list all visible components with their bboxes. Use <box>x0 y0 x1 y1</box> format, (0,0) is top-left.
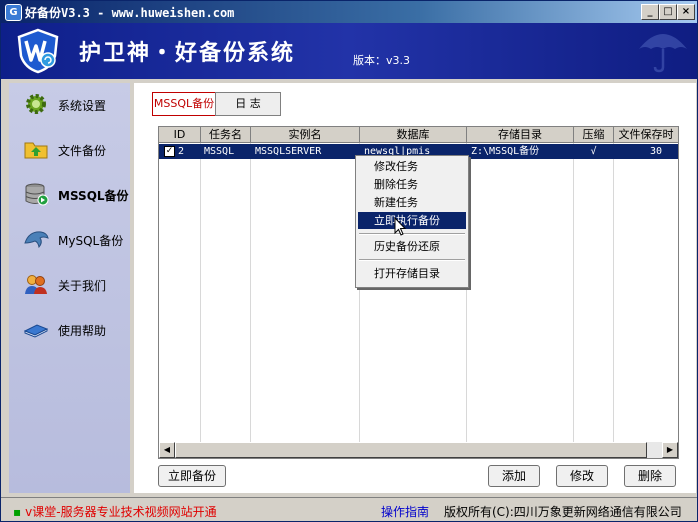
tab-log[interactable]: 日 志 <box>215 92 281 116</box>
status-bar: ▪ v课堂-服务器专业技术视频网站开通 操作指南 版权所有(C):四川万象更新网络… <box>1 497 697 521</box>
column-header-compress[interactable]: 压缩 <box>574 127 614 143</box>
cell-compress: √ <box>590 146 597 157</box>
main-panel: MSSQL备份 日 志 ID 任务名 实例名 数据库 存储目录 压缩 文件保存时… <box>134 83 696 493</box>
menu-item-run-backup-now[interactable]: 立即执行备份 <box>358 212 466 229</box>
menu-separator <box>359 259 465 261</box>
cell-retention: 30 <box>649 146 662 157</box>
column-header-instance[interactable]: 实例名 <box>251 127 360 143</box>
cell-id: 2 <box>178 146 185 157</box>
sidebar-item-file-backup[interactable]: 文件备份 <box>9 134 130 164</box>
column-header-retention[interactable]: 文件保存时 <box>614 127 678 143</box>
maximize-button[interactable]: □ <box>659 4 677 20</box>
app-icon: G <box>5 4 22 21</box>
operation-guide-link[interactable]: 操作指南 <box>381 503 429 520</box>
shield-logo-icon <box>17 28 59 74</box>
menu-separator <box>359 233 465 235</box>
table-header: ID 任务名 实例名 数据库 存储目录 压缩 文件保存时 <box>159 127 678 143</box>
folder-icon <box>24 142 48 159</box>
cell-task-name: MSSQL <box>204 146 235 157</box>
menu-item-open-storage-dir[interactable]: 打开存储目录 <box>358 265 466 282</box>
sidebar-nav: 系统设置 文件备份 MSSQL备份 MySQL备份 关于我们 使用帮助 <box>9 83 130 493</box>
column-header-task-name[interactable]: 任务名 <box>201 127 251 143</box>
column-header-database[interactable]: 数据库 <box>360 127 467 143</box>
database-icon <box>25 183 49 206</box>
sidebar-item-mysql-backup[interactable]: MySQL备份 <box>9 224 130 254</box>
scrollbar-thumb[interactable] <box>175 442 647 458</box>
row-checkbox[interactable]: ✓ <box>164 146 175 157</box>
people-icon <box>25 275 47 294</box>
sidebar-item-label: MSSQL备份 <box>58 189 129 203</box>
window-title: 好备份V3.3 - www.huweishen.com <box>25 6 235 20</box>
scroll-left-icon[interactable]: ◀ <box>159 442 175 458</box>
edit-button[interactable]: 修改 <box>556 465 608 487</box>
sidebar-item-label: 使用帮助 <box>58 324 107 338</box>
context-menu: 修改任务 删除任务 新建任务 立即执行备份 历史备份还原 打开存储目录 <box>355 155 469 288</box>
sidebar-item-about-us[interactable]: 关于我们 <box>9 269 130 299</box>
close-button[interactable]: × <box>677 4 695 20</box>
app-window: G 好备份V3.3 - www.huweishen.com _ □ × 护卫神・… <box>0 0 698 522</box>
column-divider <box>573 143 574 442</box>
gear-icon <box>26 94 46 114</box>
promo-link[interactable]: ▪ v课堂-服务器专业技术视频网站开通 <box>13 503 217 520</box>
backup-now-button[interactable]: 立即备份 <box>158 465 226 487</box>
cell-storage-dir: Z:\MSSQL备份 <box>471 146 540 157</box>
menu-item-delete-task[interactable]: 删除任务 <box>358 176 466 193</box>
cell-instance: MSSQLSERVER <box>255 146 322 157</box>
minimize-button[interactable]: _ <box>641 4 659 20</box>
menu-item-edit-task[interactable]: 修改任务 <box>358 158 466 175</box>
tab-mssql-backup[interactable]: MSSQL备份 <box>152 92 216 116</box>
sidebar-item-label: 系统设置 <box>58 99 107 113</box>
delete-button[interactable]: 删除 <box>624 465 676 487</box>
header-banner: 护卫神・好备份系统 版本：v3.3 <box>1 23 697 79</box>
sidebar-item-mssql-backup[interactable]: MSSQL备份 <box>9 179 130 209</box>
scroll-right-icon[interactable]: ▶ <box>662 442 678 458</box>
dolphin-icon <box>24 231 49 249</box>
copyright-text: 版权所有(C):四川万象更新网络通信有限公司 <box>444 505 682 519</box>
column-divider <box>613 143 614 442</box>
sidebar-item-label: MySQL备份 <box>58 234 124 248</box>
sidebar-item-help[interactable]: 使用帮助 <box>9 314 130 344</box>
column-divider <box>250 143 251 442</box>
bullet-icon: ▪ <box>13 505 22 519</box>
sidebar-item-label: 文件备份 <box>58 144 107 158</box>
column-divider <box>200 143 201 442</box>
promo-text: v课堂-服务器专业技术视频网站开通 <box>25 505 217 519</box>
sidebar-item-label: 关于我们 <box>58 279 107 293</box>
add-button[interactable]: 添加 <box>488 465 540 487</box>
sidebar-item-system-settings[interactable]: 系统设置 <box>9 89 130 119</box>
column-header-id[interactable]: ID <box>159 127 201 143</box>
version-label: 版本：v3.3 <box>353 54 411 67</box>
column-header-storage-dir[interactable]: 存储目录 <box>467 127 574 143</box>
menu-item-restore-history[interactable]: 历史备份还原 <box>358 238 466 255</box>
title-bar[interactable]: G 好备份V3.3 - www.huweishen.com _ □ × <box>1 1 697 23</box>
product-name: 护卫神・好备份系统 <box>79 41 296 66</box>
menu-item-new-task[interactable]: 新建任务 <box>358 194 466 211</box>
umbrella-decoration-icon <box>639 34 687 73</box>
book-icon <box>23 324 49 338</box>
mouse-cursor-icon <box>394 217 406 236</box>
horizontal-scrollbar[interactable]: ◀ ▶ <box>159 442 678 458</box>
